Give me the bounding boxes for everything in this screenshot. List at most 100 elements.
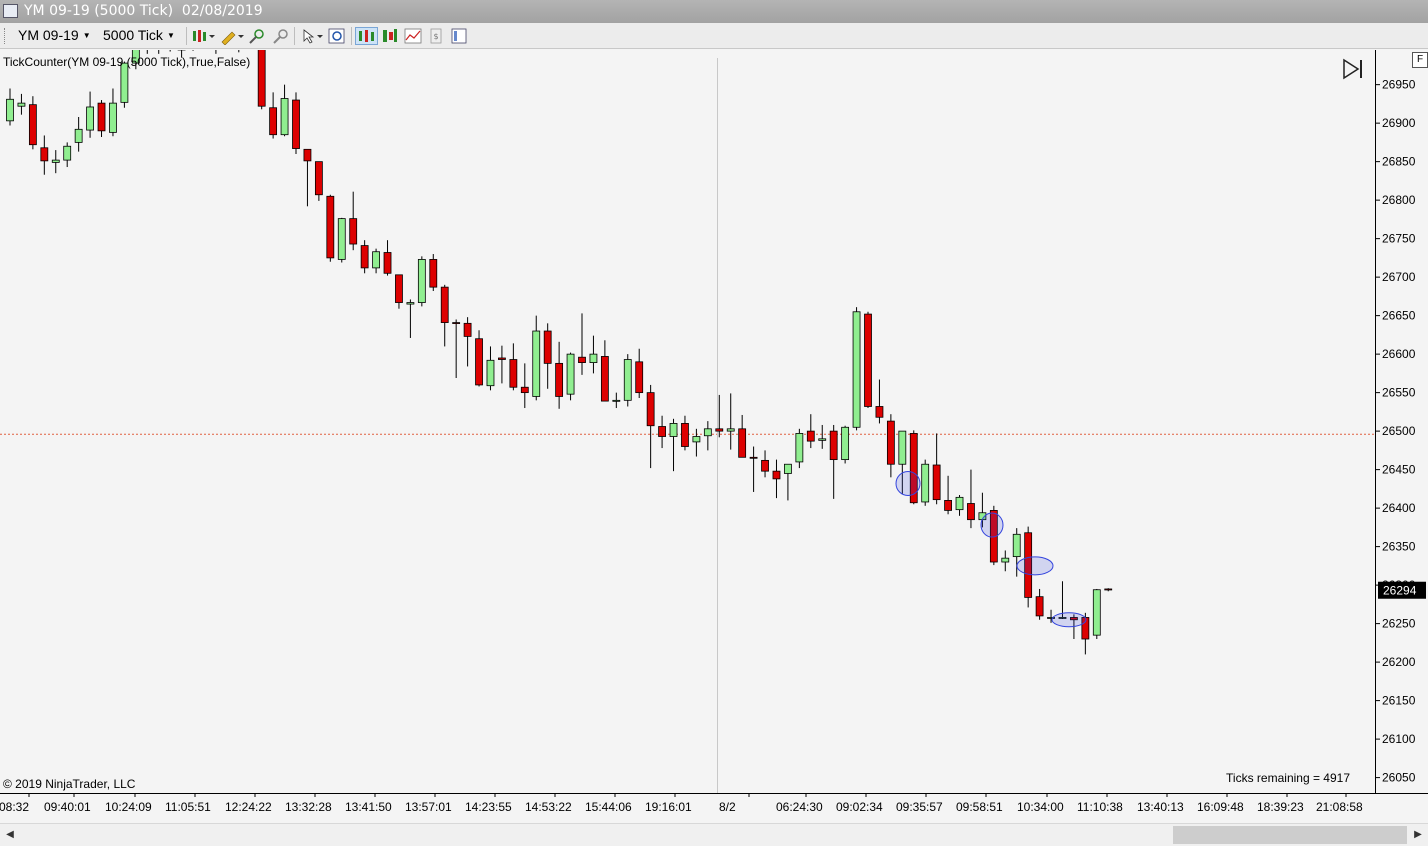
indicators-icon[interactable] [403,27,423,45]
candle-body [292,99,300,149]
price-tick-label: 26650 [1382,309,1416,323]
candle-body [463,322,472,337]
chart-style-icon[interactable] [355,27,378,45]
toolbar-grip[interactable] [4,28,8,44]
candle-body [806,430,815,442]
candle [1104,588,1113,592]
candle-body [543,330,552,364]
zoom-out-icon[interactable] [271,27,291,45]
scroll-left-icon[interactable]: ◀ [0,824,20,846]
candle [417,256,426,307]
candle-body [372,251,380,269]
candle-body [337,218,346,260]
price-tick-label: 26100 [1382,732,1416,746]
drawing-pencil-icon[interactable] [219,27,245,46]
candle [314,161,323,201]
indicator-label[interactable]: TickCounter(YM 09-19 (5000 Tick),True,Fa… [3,55,250,69]
candle-body [498,357,506,360]
candle-body [555,362,564,397]
candle-body [257,50,266,107]
candle [349,191,358,251]
svg-text:$: $ [433,32,438,41]
candle [509,343,518,391]
candlestick-chart[interactable] [0,50,1375,793]
price-tick-label: 26700 [1382,270,1416,284]
candle [406,299,415,338]
candle-body [40,147,49,162]
candle-body [440,286,449,323]
candle [486,346,495,391]
candle [829,424,838,499]
time-tick-label: 13:57:01 [405,800,452,814]
time-tick-label: 19:16:01 [645,800,692,814]
copyright-text: © 2019 NinjaTrader, LLC [3,777,136,791]
candle [738,414,747,458]
price-axis-labels: 26950 26900 26850 26800 26750 26700 26650 26600… [1376,78,1426,785]
candle-body [703,428,712,437]
candle-body [1104,588,1113,591]
play-end-icon [1343,58,1362,80]
scroll-right-icon[interactable]: ▶ [1408,824,1428,846]
candle-body [1092,589,1101,636]
candle [40,135,49,175]
candle-body [395,274,403,303]
candle-body [406,302,415,305]
horizontal-scrollbar[interactable]: ◀ ▶ [0,823,1428,846]
candle-body [28,104,37,146]
properties-icon[interactable] [450,27,468,45]
candle-body [326,195,335,259]
highlight-ellipse [1051,612,1087,628]
candle [395,274,403,309]
price-tick-label: 26500 [1382,424,1416,438]
candle [452,319,461,378]
candle [749,446,758,492]
time-tick-label: 11:05:51 [165,800,211,814]
candle-body [17,102,26,107]
candle [532,315,541,401]
time-tick-label: 10:34:00 [1017,800,1064,814]
candle-body [509,359,518,388]
candle-body [646,392,655,427]
time-tick-label: 09:40:01 [44,800,91,814]
time-axis[interactable]: 08:32 09:40:01 10:24:09 11:05:51 12:24:22 13:… [0,793,1428,821]
candle-body [1001,557,1010,563]
data-series-icon[interactable] [380,27,400,45]
candle [578,313,586,375]
bar-style-icon[interactable] [191,27,217,45]
candle-body [749,456,758,459]
instrument-dropdown[interactable]: YM 09-19 ▼ [18,27,91,43]
candle [692,428,701,457]
candle-body [1035,596,1044,617]
time-tick-label: 11:10:38 [1077,800,1123,814]
axis-f-button[interactable]: F [1412,52,1428,68]
candle [292,92,300,154]
candle [17,93,26,115]
candle [543,323,552,389]
search-icon[interactable] [327,27,347,45]
price-axis[interactable]: 26950 26900 26850 26800 26750 26700 26650 26600… [1375,50,1428,793]
scrollbar-thumb[interactable] [1173,826,1407,844]
candle [269,92,278,139]
scroll-to-end-button[interactable] [1341,58,1365,80]
candle-body [360,245,369,269]
candle [520,363,529,409]
candle [280,84,289,137]
candle-body [921,463,930,503]
time-tick-label: 06:24:30 [776,800,823,814]
candle-body [1012,533,1021,558]
candle-body [314,161,323,196]
price-tick-label: 26350 [1382,540,1416,554]
zoom-in-icon[interactable] [247,27,267,45]
cursor-icon[interactable] [299,27,325,45]
candle-body [532,330,541,397]
candle [806,414,815,449]
last-price-label: 26294 [1383,584,1417,598]
interval-dropdown[interactable]: 5000 Tick ▼ [103,27,175,43]
candle-body [349,218,358,245]
strategies-icon[interactable]: $ [428,27,444,45]
candle-body [589,353,598,363]
candle-body [6,98,14,122]
price-tick-label: 26950 [1382,78,1416,92]
time-tick-label: 14:53:22 [525,800,572,814]
candle [192,50,194,51]
